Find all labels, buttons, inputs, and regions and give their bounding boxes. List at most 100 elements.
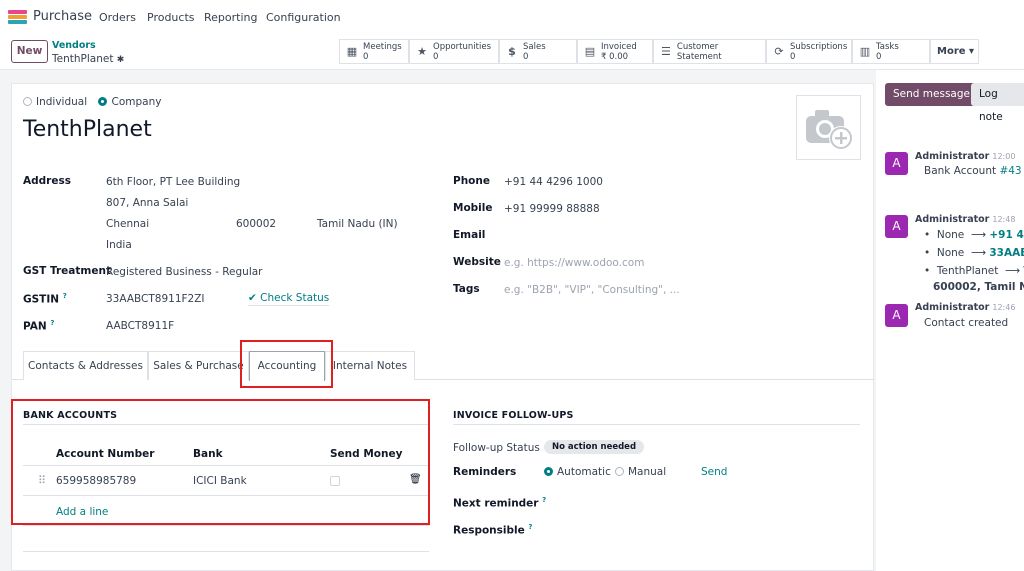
arrow-icon: ⟶ <box>1005 265 1021 277</box>
website-field[interactable]: e.g. https://www.odoo.com <box>504 257 644 269</box>
opportunities-count: 0 <box>433 51 439 62</box>
check-status-button[interactable]: ✔ Check Status <box>248 292 330 306</box>
company-radio[interactable]: Company <box>98 96 161 108</box>
invoice-icon: ▤ <box>584 45 596 58</box>
highlight-bank-accounts <box>11 399 430 525</box>
radio-icon <box>23 97 32 106</box>
street-field[interactable]: 6th Floor, PT Lee Building <box>106 176 240 188</box>
menu-orders[interactable]: Orders <box>99 11 136 24</box>
check-status-label: Check Status <box>260 292 330 304</box>
address-label: Address <box>23 175 71 187</box>
state-field[interactable]: Tamil Nadu (IN) <box>317 218 398 230</box>
gstin-field[interactable]: 33AABCT8911F2ZI <box>106 293 205 305</box>
menu-products[interactable]: Products <box>147 11 195 24</box>
individual-radio[interactable]: Individual <box>23 96 87 108</box>
opportunities-button[interactable]: ★ Opportunities 0 <box>409 39 499 64</box>
new-button[interactable]: New <box>11 40 48 63</box>
pan-field[interactable]: AABCT8911F <box>106 320 174 332</box>
country-field[interactable]: India <box>106 239 132 251</box>
responsible-text: Responsible <box>453 524 525 537</box>
phone-field[interactable]: +91 44 4296 1000 <box>504 176 603 188</box>
sales-button[interactable]: $ Sales 0 <box>499 39 577 64</box>
gear-icon[interactable]: ✱ <box>117 55 125 65</box>
purchase-app-icon[interactable] <box>8 10 27 24</box>
tab-contacts-addresses[interactable]: Contacts & Addresses <box>23 351 148 380</box>
reminder-manual-radio[interactable]: Manual <box>615 466 666 478</box>
avatar[interactable]: A <box>885 304 908 327</box>
individual-label: Individual <box>36 96 88 108</box>
radio-checked-icon <box>544 467 553 476</box>
message-body: Contact created <box>924 317 1009 329</box>
author-name[interactable]: Administrator <box>915 214 989 225</box>
reminder-automatic-radio[interactable]: Automatic <box>544 466 611 478</box>
message-text: Bank Account <box>924 165 1000 177</box>
pan-label-text: PAN <box>23 320 47 333</box>
breadcrumb-vendors[interactable]: Vendors <box>52 40 96 51</box>
subscriptions-count: 0 <box>790 51 796 62</box>
bank-account-link[interactable]: #43 <box>999 165 1021 177</box>
camera-plus-icon <box>806 110 853 150</box>
more-button[interactable]: More ▾ <box>930 39 979 64</box>
avatar[interactable]: A <box>885 215 908 238</box>
tab-sales-purchase[interactable]: Sales & Purchase <box>148 351 249 380</box>
send-reminder-button[interactable]: Send <box>701 466 727 478</box>
new-value: 33AABCT <box>989 247 1024 259</box>
arrow-icon: ⟶ <box>970 247 987 259</box>
calendar-icon: ▦ <box>346 45 358 58</box>
help-icon[interactable]: ? <box>542 496 546 504</box>
phone-label: Phone <box>453 175 490 187</box>
message-author: Administrator 12:48 <box>915 214 1015 225</box>
message-author: Administrator 12:46 <box>915 302 1015 313</box>
subscriptions-label: Subscriptions <box>790 41 848 52</box>
tasks-label: Tasks <box>876 41 899 52</box>
author-name[interactable]: Administrator <box>915 151 989 162</box>
menu-configuration[interactable]: Configuration <box>266 11 341 24</box>
tasks-icon: ▥ <box>859 45 871 58</box>
mobile-label: Mobile <box>453 202 493 214</box>
gstin-label: GSTIN ? <box>23 292 67 306</box>
customer-statement-label: Customer Statement <box>676 41 722 62</box>
customer-statement-button[interactable]: ☰ Customer Statement <box>653 39 766 64</box>
zip-field[interactable]: 600002 <box>236 218 276 230</box>
help-icon[interactable]: ? <box>63 292 67 300</box>
message-time: 12:00 <box>992 152 1016 161</box>
control-panel: New Vendors TenthPlanet ✱ ▦ Meetings 0 ★ … <box>0 34 1024 70</box>
manual-label: Manual <box>628 466 667 478</box>
help-icon[interactable]: ? <box>528 523 532 531</box>
old-value: None <box>936 247 965 259</box>
automatic-label: Automatic <box>557 466 611 478</box>
invoice-followups-title: INVOICE FOLLOW-UPS <box>453 410 574 421</box>
gst-treatment-field[interactable]: Registered Business - Regular <box>106 266 263 278</box>
tasks-count: 0 <box>876 51 882 62</box>
tags-field[interactable]: e.g. "B2B", "VIP", "Consulting", ... <box>504 284 680 296</box>
list-icon: ☰ <box>661 45 671 58</box>
message-body: Bank Account #43 cre <box>924 165 1024 177</box>
log-note-button[interactable]: Log note <box>971 83 1024 123</box>
old-value: None <box>936 229 965 241</box>
new-value-continued: 600002, Tamil Nadu <box>933 281 1024 293</box>
app-name[interactable]: Purchase <box>33 9 92 24</box>
invoiced-button[interactable]: ▤ Invoiced ₹ 0.00 <box>577 39 653 64</box>
mobile-field[interactable]: +91 99999 88888 <box>504 203 600 215</box>
tab-internal-notes[interactable]: Internal Notes <box>325 351 415 380</box>
menu-reporting[interactable]: Reporting <box>204 11 257 24</box>
sales-label: Sales <box>523 41 546 52</box>
send-message-button[interactable]: Send message <box>885 83 978 106</box>
avatar-upload[interactable] <box>796 95 861 160</box>
email-label: Email <box>453 229 486 241</box>
tasks-button[interactable]: ▥ Tasks 0 <box>852 39 930 64</box>
next-reminder-text: Next reminder <box>453 497 539 510</box>
city-field[interactable]: Chennai <box>106 218 149 230</box>
email-field[interactable] <box>504 229 844 243</box>
author-name[interactable]: Administrator <box>915 302 989 313</box>
meetings-button[interactable]: ▦ Meetings 0 <box>339 39 409 64</box>
section-divider <box>453 424 860 425</box>
followup-status-badge: No action needed <box>544 440 645 454</box>
street2-field[interactable]: 807, Anna Salai <box>106 197 188 209</box>
invoiced-label: Invoiced <box>601 41 637 52</box>
help-icon[interactable]: ? <box>50 319 54 327</box>
partner-name-field[interactable]: TenthPlanet <box>23 117 152 142</box>
subscriptions-button[interactable]: ⟳ Subscriptions 0 <box>766 39 852 64</box>
star-icon: ★ <box>417 45 427 58</box>
avatar[interactable]: A <box>885 152 908 175</box>
